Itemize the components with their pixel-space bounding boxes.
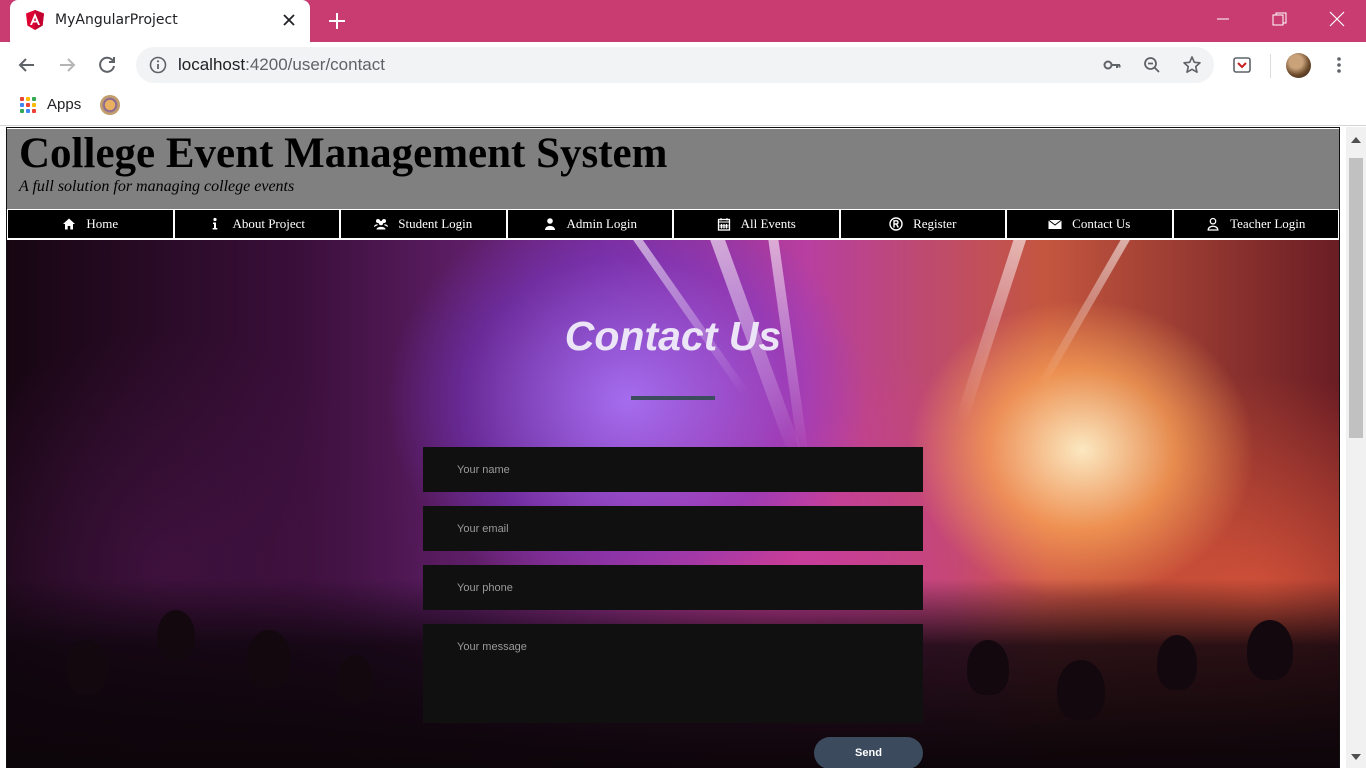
scroll-down-icon[interactable]	[1351, 754, 1361, 760]
crowd-head	[67, 640, 107, 695]
profile-avatar[interactable]	[1286, 53, 1311, 78]
nav-label: Admin Login	[566, 216, 637, 231]
nav-admin-login[interactable]: Admin Login	[507, 210, 672, 238]
forward-icon[interactable]	[56, 54, 78, 76]
heading-underline	[631, 396, 715, 400]
crowd-head	[1057, 660, 1105, 720]
nav-label: Home	[86, 216, 119, 231]
calendar-icon	[717, 218, 730, 231]
address-bar[interactable]: localhost:4200/user/contact	[136, 47, 1214, 83]
site-header: College Event Management System A full s…	[7, 129, 1339, 209]
bookmark-star-icon[interactable]	[1182, 55, 1202, 75]
toolbar-separator	[1270, 54, 1271, 78]
url-text[interactable]: localhost:4200/user/contact	[178, 55, 385, 75]
extension-icon[interactable]	[1231, 54, 1253, 76]
info-icon	[213, 217, 218, 230]
nav-label: Contact Us	[1072, 216, 1131, 231]
nav-label: About Project	[232, 216, 306, 231]
back-icon[interactable]	[16, 54, 38, 76]
scrollbar-thumb[interactable]	[1349, 158, 1363, 438]
nav-register[interactable]: Register	[840, 210, 1005, 238]
url-path: :4200/user/contact	[245, 55, 385, 74]
nav-teacher-login[interactable]: Teacher Login	[1173, 210, 1338, 238]
key-icon[interactable]	[1102, 55, 1122, 75]
nav-label: All Events	[740, 216, 796, 231]
crowd-head	[1157, 635, 1197, 690]
apps-bookmark[interactable]: Apps	[47, 96, 81, 113]
crowd-head	[157, 610, 195, 660]
new-tab-icon[interactable]	[326, 10, 348, 32]
crowd-head	[967, 640, 1009, 695]
tab-title: MyAngularProject	[55, 12, 178, 28]
zoom-out-icon[interactable]	[1142, 55, 1162, 75]
nav-home[interactable]: Home	[8, 210, 173, 238]
page-viewport: College Event Management System A full s…	[0, 127, 1366, 768]
envelope-icon	[1048, 219, 1062, 229]
crowd-head	[247, 630, 291, 688]
home-icon	[63, 218, 76, 230]
nav-label: Register	[913, 216, 957, 231]
main-nav: Home About Project Student Login Admin L…	[7, 210, 1339, 240]
close-tab-icon[interactable]	[280, 11, 298, 29]
site-title: College Event Management System	[19, 130, 668, 177]
crowd-head	[337, 655, 373, 703]
page-scrollbar[interactable]	[1346, 127, 1366, 768]
hero-background: Contact Us Send	[7, 240, 1339, 768]
bookmarks-bar: Apps	[0, 88, 1366, 126]
apps-grid-icon[interactable]	[20, 97, 36, 113]
site-container: College Event Management System A full s…	[6, 127, 1340, 768]
restore-icon[interactable]	[1270, 10, 1288, 28]
minimize-icon[interactable]	[1214, 10, 1232, 28]
site-tagline: A full solution for managing college eve…	[19, 178, 295, 195]
bookmark-favicon-icon[interactable]	[100, 95, 120, 115]
crowd-head	[1247, 620, 1293, 680]
nav-contact-us[interactable]: Contact Us	[1007, 210, 1172, 238]
nav-label: Student Login	[398, 216, 473, 231]
user-outline-icon	[1207, 217, 1219, 231]
nav-about-project[interactable]: About Project	[174, 210, 339, 238]
more-menu-icon[interactable]	[1328, 54, 1350, 76]
name-input[interactable]	[423, 447, 923, 492]
phone-input[interactable]	[423, 565, 923, 610]
nav-student-login[interactable]: Student Login	[341, 210, 506, 238]
registered-icon	[889, 217, 903, 231]
angular-logo-icon	[26, 10, 44, 30]
url-host: localhost	[178, 55, 246, 74]
message-textarea[interactable]	[423, 624, 923, 723]
send-button[interactable]: Send	[814, 737, 923, 768]
site-info-icon[interactable]	[148, 55, 168, 75]
reload-icon[interactable]	[96, 54, 118, 76]
tab-strip: MyAngularProject	[0, 0, 1366, 42]
nav-all-events[interactable]: All Events	[674, 210, 839, 238]
scroll-up-icon[interactable]	[1351, 137, 1361, 143]
users-icon	[374, 219, 389, 230]
close-window-icon[interactable]	[1328, 10, 1346, 28]
contact-heading: Contact Us	[564, 313, 782, 359]
browser-tab[interactable]: MyAngularProject	[10, 0, 310, 42]
browser-toolbar: localhost:4200/user/contact	[0, 42, 1366, 88]
user-icon	[544, 218, 555, 230]
email-input[interactable]	[423, 506, 923, 551]
nav-label: Teacher Login	[1230, 216, 1306, 231]
